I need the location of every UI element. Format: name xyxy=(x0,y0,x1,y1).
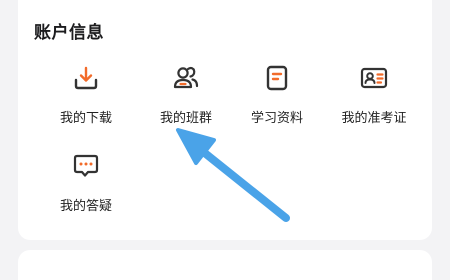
my-admission-ticket-button[interactable]: 我的准考证 xyxy=(324,62,424,140)
my-qa-button[interactable]: 我的答疑 xyxy=(36,150,136,228)
next-section-card xyxy=(18,250,432,280)
my-class-group-label: 我的班群 xyxy=(159,111,212,126)
study-materials-button[interactable]: 学习资料 xyxy=(227,62,327,140)
document-icon xyxy=(261,62,293,94)
section-title: 账户信息 xyxy=(34,23,104,43)
group-icon xyxy=(170,62,202,94)
id-card-icon xyxy=(358,62,390,94)
my-downloads-label: 我的下载 xyxy=(59,111,112,126)
account-info-card: 账户信息 我的下载 我的班群 学习资料 我的准考证 我的答疑 xyxy=(18,0,432,240)
my-downloads-button[interactable]: 我的下载 xyxy=(36,62,136,140)
download-icon xyxy=(70,62,102,94)
my-class-group-button[interactable]: 我的班群 xyxy=(136,62,236,140)
chat-bubble-icon xyxy=(70,150,102,182)
my-admission-ticket-label: 我的准考证 xyxy=(341,111,407,126)
study-materials-label: 学习资料 xyxy=(250,111,303,126)
my-qa-label: 我的答疑 xyxy=(59,199,112,214)
